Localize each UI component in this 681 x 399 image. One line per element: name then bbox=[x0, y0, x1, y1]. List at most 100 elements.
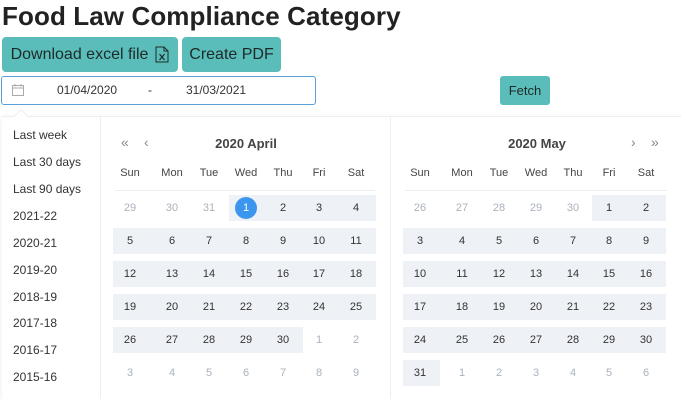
day-cell[interactable]: 17 bbox=[405, 294, 435, 320]
preset-2018-19[interactable]: 2018-19 bbox=[13, 290, 57, 304]
day-cell[interactable]: 10 bbox=[405, 261, 435, 287]
day-cell[interactable]: 27 bbox=[447, 195, 477, 221]
preset-2015-16[interactable]: 2015-16 bbox=[13, 370, 57, 384]
day-cell[interactable]: 25 bbox=[341, 294, 371, 320]
day-cell[interactable]: 4 bbox=[447, 228, 477, 254]
day-cell[interactable]: 4 bbox=[558, 360, 588, 386]
range-end-date[interactable]: 31/03/2021 bbox=[186, 83, 246, 97]
day-cell[interactable]: 18 bbox=[341, 261, 371, 287]
day-cell[interactable]: 2 bbox=[484, 360, 514, 386]
preset-last-30-days[interactable]: Last 30 days bbox=[13, 155, 81, 169]
day-cell[interactable]: 20 bbox=[157, 294, 187, 320]
range-start-date[interactable]: 01/04/2020 bbox=[57, 83, 117, 97]
day-cell[interactable]: 5 bbox=[484, 228, 514, 254]
day-cell[interactable]: 5 bbox=[594, 360, 624, 386]
day-cell[interactable]: 3 bbox=[304, 195, 334, 221]
day-cell[interactable]: 1 bbox=[447, 360, 477, 386]
day-cell[interactable]: 7 bbox=[194, 228, 224, 254]
day-cell[interactable]: 12 bbox=[484, 261, 514, 287]
day-cell[interactable]: 11 bbox=[447, 261, 477, 287]
day-cell[interactable]: 18 bbox=[447, 294, 477, 320]
day-cell[interactable]: 13 bbox=[521, 261, 551, 287]
day-cell[interactable]: 23 bbox=[268, 294, 298, 320]
day-cell[interactable]: 7 bbox=[558, 228, 588, 254]
day-cell[interactable]: 6 bbox=[521, 228, 551, 254]
day-cell[interactable]: 14 bbox=[194, 261, 224, 287]
day-cell[interactable]: 8 bbox=[231, 228, 261, 254]
day-cell[interactable]: 16 bbox=[268, 261, 298, 287]
day-cell[interactable]: 2 bbox=[268, 195, 298, 221]
day-cell[interactable]: 27 bbox=[157, 327, 187, 353]
preset-last-90-days[interactable]: Last 90 days bbox=[13, 182, 81, 196]
preset-2019-20[interactable]: 2019-20 bbox=[13, 263, 57, 277]
day-cell[interactable]: 19 bbox=[484, 294, 514, 320]
day-cell[interactable]: 8 bbox=[304, 360, 334, 386]
download-excel-button[interactable]: Download excel file bbox=[2, 37, 178, 72]
day-cell[interactable]: 9 bbox=[341, 360, 371, 386]
preset-last-week[interactable]: Last week bbox=[13, 128, 67, 142]
day-cell[interactable]: 19 bbox=[115, 294, 145, 320]
day-cell[interactable]: 15 bbox=[594, 261, 624, 287]
day-cell[interactable]: 3 bbox=[521, 360, 551, 386]
day-cell[interactable]: 3 bbox=[115, 360, 145, 386]
day-cell[interactable]: 7 bbox=[268, 360, 298, 386]
day-cell[interactable]: 29 bbox=[115, 195, 145, 221]
day-cell[interactable]: 28 bbox=[484, 195, 514, 221]
day-cell[interactable]: 27 bbox=[521, 327, 551, 353]
day-cell[interactable]: 31 bbox=[405, 360, 435, 386]
day-cell[interactable]: 22 bbox=[594, 294, 624, 320]
day-cell[interactable]: 26 bbox=[484, 327, 514, 353]
day-cell-selected[interactable]: 1 bbox=[231, 195, 261, 221]
day-cell[interactable]: 26 bbox=[405, 195, 435, 221]
day-cell[interactable]: 2 bbox=[341, 327, 371, 353]
prev-month-icon[interactable]: ‹ bbox=[144, 135, 149, 149]
day-cell[interactable]: 5 bbox=[194, 360, 224, 386]
date-range-input[interactable]: 01/04/2020 - 31/03/2021 bbox=[1, 76, 316, 105]
day-cell[interactable]: 20 bbox=[521, 294, 551, 320]
day-cell[interactable]: 10 bbox=[304, 228, 334, 254]
prev-year-icon[interactable]: « bbox=[121, 135, 129, 149]
day-cell[interactable]: 29 bbox=[594, 327, 624, 353]
day-cell[interactable]: 28 bbox=[558, 327, 588, 353]
day-cell[interactable]: 22 bbox=[231, 294, 261, 320]
day-cell[interactable]: 30 bbox=[157, 195, 187, 221]
day-cell[interactable]: 15 bbox=[231, 261, 261, 287]
day-cell[interactable]: 3 bbox=[405, 228, 435, 254]
day-cell[interactable]: 21 bbox=[558, 294, 588, 320]
day-cell[interactable]: 9 bbox=[631, 228, 661, 254]
day-cell[interactable]: 8 bbox=[594, 228, 624, 254]
day-cell[interactable]: 12 bbox=[115, 261, 145, 287]
day-cell[interactable]: 6 bbox=[157, 228, 187, 254]
day-cell[interactable]: 24 bbox=[405, 327, 435, 353]
day-cell[interactable]: 16 bbox=[631, 261, 661, 287]
day-cell[interactable]: 4 bbox=[341, 195, 371, 221]
day-cell[interactable]: 25 bbox=[447, 327, 477, 353]
day-cell[interactable]: 30 bbox=[558, 195, 588, 221]
day-cell[interactable]: 28 bbox=[194, 327, 224, 353]
preset-2020-21[interactable]: 2020-21 bbox=[13, 236, 57, 250]
day-cell[interactable]: 4 bbox=[157, 360, 187, 386]
day-cell[interactable]: 9 bbox=[268, 228, 298, 254]
day-cell[interactable]: 5 bbox=[115, 228, 145, 254]
day-cell[interactable]: 23 bbox=[631, 294, 661, 320]
day-cell[interactable]: 30 bbox=[631, 327, 661, 353]
day-cell[interactable]: 26 bbox=[115, 327, 145, 353]
day-cell[interactable]: 17 bbox=[304, 261, 334, 287]
day-cell[interactable]: 6 bbox=[631, 360, 661, 386]
preset-2021-22[interactable]: 2021-22 bbox=[13, 209, 57, 223]
day-cell[interactable]: 21 bbox=[194, 294, 224, 320]
day-cell[interactable]: 14 bbox=[558, 261, 588, 287]
day-cell[interactable]: 24 bbox=[304, 294, 334, 320]
day-cell[interactable]: 29 bbox=[521, 195, 551, 221]
fetch-button[interactable]: Fetch bbox=[500, 76, 550, 105]
day-cell[interactable]: 11 bbox=[341, 228, 371, 254]
day-cell[interactable]: 2 bbox=[631, 195, 661, 221]
day-cell[interactable]: 31 bbox=[194, 195, 224, 221]
next-month-icon[interactable]: › bbox=[631, 135, 636, 149]
day-cell[interactable]: 13 bbox=[157, 261, 187, 287]
day-cell[interactable]: 6 bbox=[231, 360, 261, 386]
create-pdf-button[interactable]: Create PDF bbox=[182, 37, 281, 72]
day-cell[interactable]: 30 bbox=[268, 327, 298, 353]
preset-2017-18[interactable]: 2017-18 bbox=[13, 316, 57, 330]
next-year-icon[interactable]: » bbox=[651, 135, 659, 149]
